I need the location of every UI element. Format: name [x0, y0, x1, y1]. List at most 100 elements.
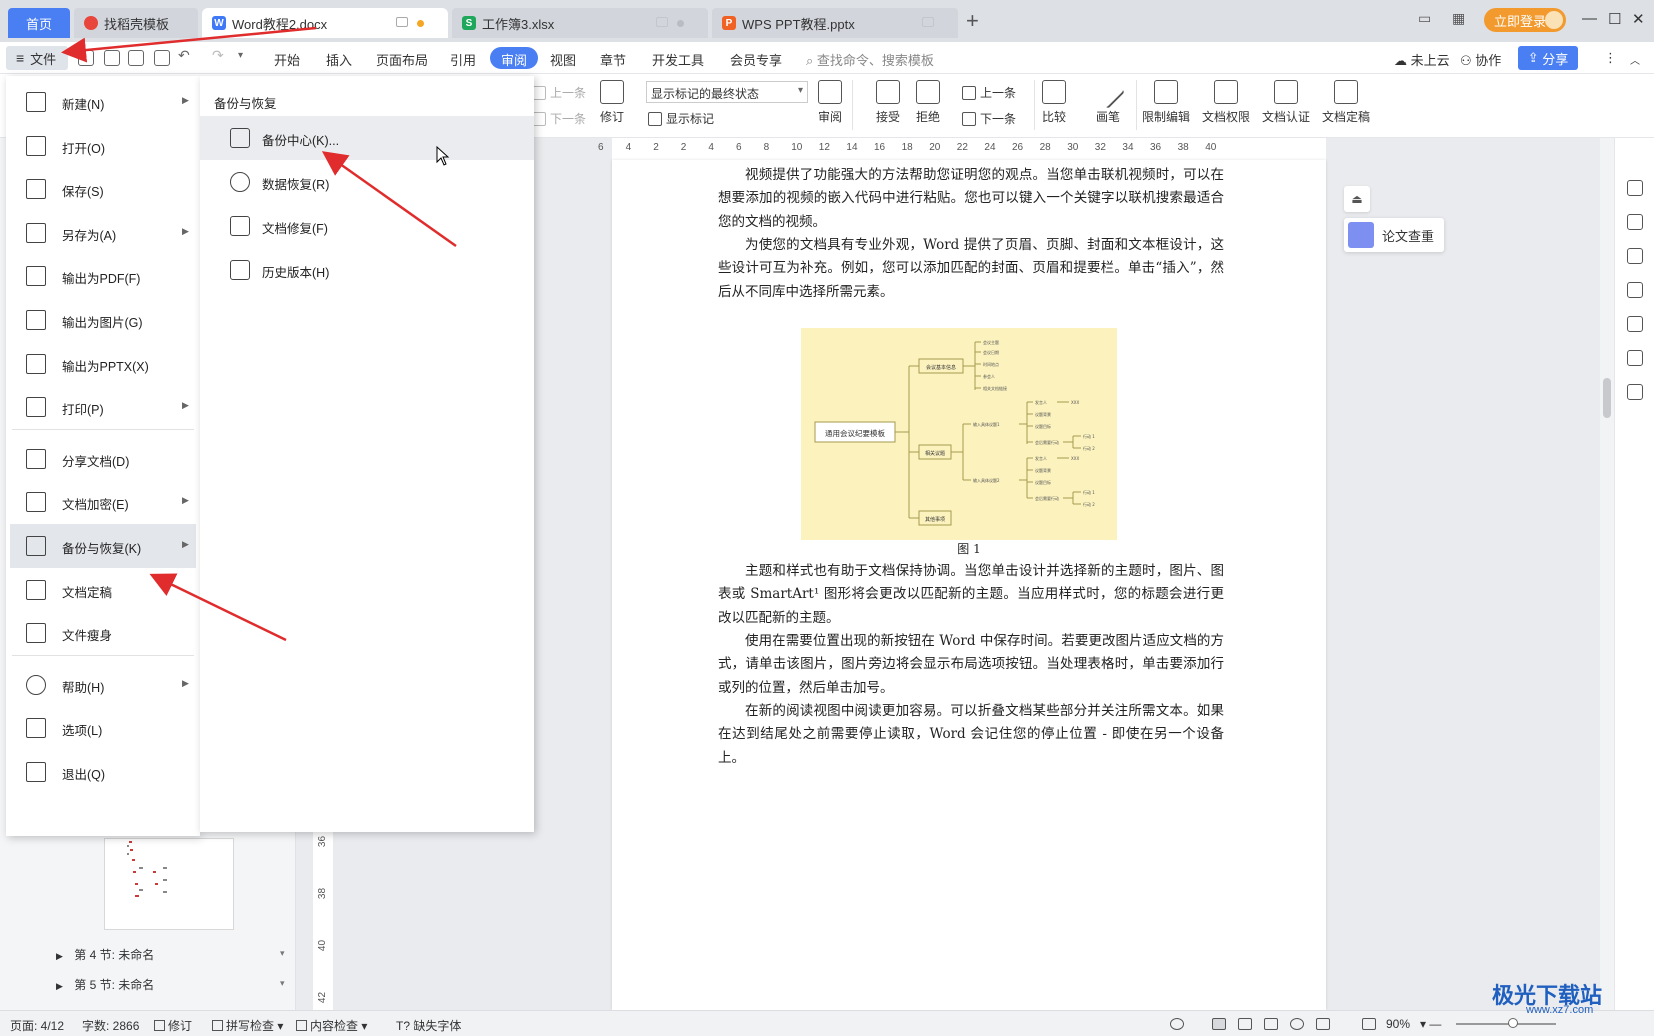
page-thumbnail[interactable] [104, 838, 234, 930]
redo-icon[interactable]: ↷ [212, 47, 228, 63]
tab-chapter[interactable]: 章节 [600, 50, 626, 69]
doc-cert-button[interactable]: 文档认证 [1262, 80, 1310, 125]
file-menu-item-backup-restore[interactable]: 备份与恢复(K) ▶ [10, 524, 196, 568]
file-menu-item-slim[interactable]: 文件瘦身 [10, 611, 196, 655]
nav-section-4[interactable]: ▶ 第 4 节: 未命名 ▾ [56, 946, 285, 963]
missing-font-button[interactable]: T? 缺失字体 [396, 1017, 461, 1034]
tab-review[interactable]: 审阅 [490, 47, 539, 69]
vertical-scrollbar[interactable] [1600, 138, 1614, 1010]
search-command-input[interactable]: ⌕ 查找命令、搜索模板 [806, 50, 934, 69]
pen-button[interactable]: 画笔 [1091, 75, 1125, 125]
fit-page-icon[interactable] [1362, 1018, 1376, 1030]
prev-change-button[interactable]: 上一条 [532, 84, 586, 101]
layout-icon[interactable]: ▭ [1418, 10, 1438, 28]
pen-view-icon[interactable] [1316, 1018, 1330, 1030]
file-menu-item-share-doc[interactable]: 分享文档(D) [10, 437, 196, 481]
spell-check-toggle[interactable]: 拼写检查 ▾ [212, 1017, 283, 1034]
new-tab-button[interactable]: + [966, 8, 979, 34]
chevron-down-icon[interactable]: ▾ [238, 50, 254, 66]
doc-final-button[interactable]: 文档定稿 [1322, 80, 1370, 125]
nav-section-5[interactable]: ▶ 第 5 节: 未命名 ▾ [56, 976, 285, 993]
file-menu-item-print[interactable]: 打印(P) ▶ [10, 385, 196, 429]
settings-sliders-icon[interactable] [1627, 282, 1643, 298]
rocket-icon[interactable] [1627, 180, 1643, 196]
web-view-icon[interactable] [1290, 1018, 1304, 1030]
content-check-toggle[interactable]: 内容检查 ▾ [296, 1017, 367, 1034]
file-menu-item-new[interactable]: 新建(N) ▶ [10, 80, 196, 124]
tab-template[interactable]: 找稻壳模板 [74, 8, 198, 38]
file-menu-item-export-pdf[interactable]: 输出为PDF(F) [10, 254, 196, 298]
collapse-ribbon-icon[interactable]: ︿ [1630, 52, 1640, 67]
accept-button[interactable]: 接受 [876, 80, 900, 125]
robot-icon[interactable] [1627, 316, 1643, 332]
restrict-edit-button[interactable]: 限制编辑 [1142, 80, 1190, 125]
monitor-icon[interactable] [922, 17, 934, 27]
tab-start[interactable]: 开始 [274, 50, 300, 69]
cloud-status-button[interactable]: ☁ 未上云 [1394, 50, 1450, 69]
tab-word-doc[interactable]: W Word教程2.docx [202, 8, 448, 38]
scroll-thumb[interactable] [1603, 378, 1611, 418]
tab-page-layout[interactable]: 页面布局 [376, 50, 428, 69]
file-menu-item-save-as[interactable]: 另存为(A) ▶ [10, 211, 196, 255]
page-view-icon[interactable] [1212, 1018, 1226, 1030]
tab-view[interactable]: 视图 [550, 50, 576, 69]
book-icon[interactable] [1627, 384, 1643, 400]
file-menu-item-exit[interactable]: 退出(Q) [10, 750, 196, 794]
file-menu-item-export-pptx[interactable]: 输出为PPTX(X) [10, 342, 196, 386]
tab-member[interactable]: 会员专享 [730, 50, 782, 69]
save-icon[interactable] [78, 50, 94, 66]
zoom-level[interactable]: 90% [1386, 1017, 1410, 1031]
file-menu-item-open[interactable]: 打开(O) [10, 124, 196, 168]
reject-button[interactable]: 拒绝 [916, 80, 940, 125]
zoom-slider[interactable] [1456, 1018, 1556, 1028]
revise-button[interactable]: 修订 [600, 80, 624, 125]
minimize-button[interactable]: — [1582, 10, 1597, 27]
tab-ppt[interactable]: P WPS PPT教程.pptx [712, 8, 958, 38]
compass-icon[interactable] [1627, 350, 1643, 366]
file-menu-item-finalize[interactable]: 文档定稿 [10, 568, 196, 612]
undo-icon[interactable]: ↶ [178, 47, 194, 63]
zoom-out-icon[interactable]: ▾ — [1420, 1017, 1441, 1031]
grid-apps-icon[interactable]: ▦ [1452, 10, 1472, 28]
page-indicator[interactable]: 页面: 4/12 [10, 1017, 64, 1034]
thesis-check-button[interactable]: 论文查重 [1344, 218, 1444, 252]
file-menu-item-save[interactable]: 保存(S) [10, 167, 196, 211]
backup-center-item[interactable]: 备份中心(K)... [200, 116, 534, 160]
document-page[interactable]: 视频提供了功能强大的方法帮助您证明您的观点。当您单击联机视频时，可以在想要添加的… [612, 160, 1326, 1010]
output-icon[interactable] [104, 50, 120, 66]
monitor-icon[interactable] [396, 17, 408, 27]
file-menu-item-export-image[interactable]: 输出为图片(G) [10, 298, 196, 342]
tab-excel[interactable]: S 工作簿3.xlsx [452, 8, 708, 38]
monitor-icon[interactable] [656, 17, 668, 27]
maximize-button[interactable]: ☐ [1608, 10, 1621, 28]
read-view-icon[interactable] [1264, 1018, 1278, 1030]
mindmap-figure[interactable]: 通用会议纪要模板 会议基本信息 相关议题 其他事项 会议主题 会议日期 时间地点… [801, 328, 1117, 540]
zoom-knob[interactable] [1508, 1018, 1518, 1028]
show-marks-button[interactable]: 显示标记 [648, 110, 714, 127]
next-change-button-2[interactable]: 下一条 [962, 110, 1016, 127]
share-button[interactable]: ⇪ 分享 [1518, 46, 1578, 70]
file-menu-button[interactable]: ≡ 文件 [6, 46, 68, 70]
file-menu-item-options[interactable]: 选项(L) [10, 706, 196, 750]
tab-references[interactable]: 引用 [450, 50, 476, 69]
file-menu-item-encrypt[interactable]: 文档加密(E) ▶ [10, 480, 196, 524]
close-window-button[interactable]: ✕ [1632, 10, 1645, 28]
word-count[interactable]: 字数: 2866 [82, 1017, 139, 1034]
outline-view-icon[interactable] [1238, 1018, 1252, 1030]
file-menu-item-help[interactable]: 帮助(H) ▶ [10, 663, 196, 707]
next-change-button[interactable]: 下一条 [532, 110, 586, 127]
tab-developer[interactable]: 开发工具 [652, 50, 704, 69]
login-button[interactable]: 立即登录 [1484, 8, 1566, 32]
mark-state-select[interactable]: 显示标记的最终状态 ▾ [646, 81, 808, 103]
eye-icon[interactable] [1170, 1018, 1184, 1030]
prev-change-button-2[interactable]: 上一条 [962, 84, 1016, 101]
edit-icon[interactable] [1627, 214, 1643, 230]
doc-permission-button[interactable]: 文档权限 [1202, 80, 1250, 125]
preview-icon[interactable] [154, 50, 170, 66]
more-icon[interactable]: ⋮ [1604, 50, 1617, 66]
collab-button[interactable]: ⚇ 协作 [1460, 50, 1501, 69]
collapse-panel-button[interactable]: ⏏ [1344, 186, 1370, 212]
pointer-icon[interactable] [1627, 248, 1643, 264]
tab-home[interactable]: 首页 [8, 8, 70, 38]
data-recovery-item[interactable]: 数据恢复(R) [200, 160, 534, 204]
